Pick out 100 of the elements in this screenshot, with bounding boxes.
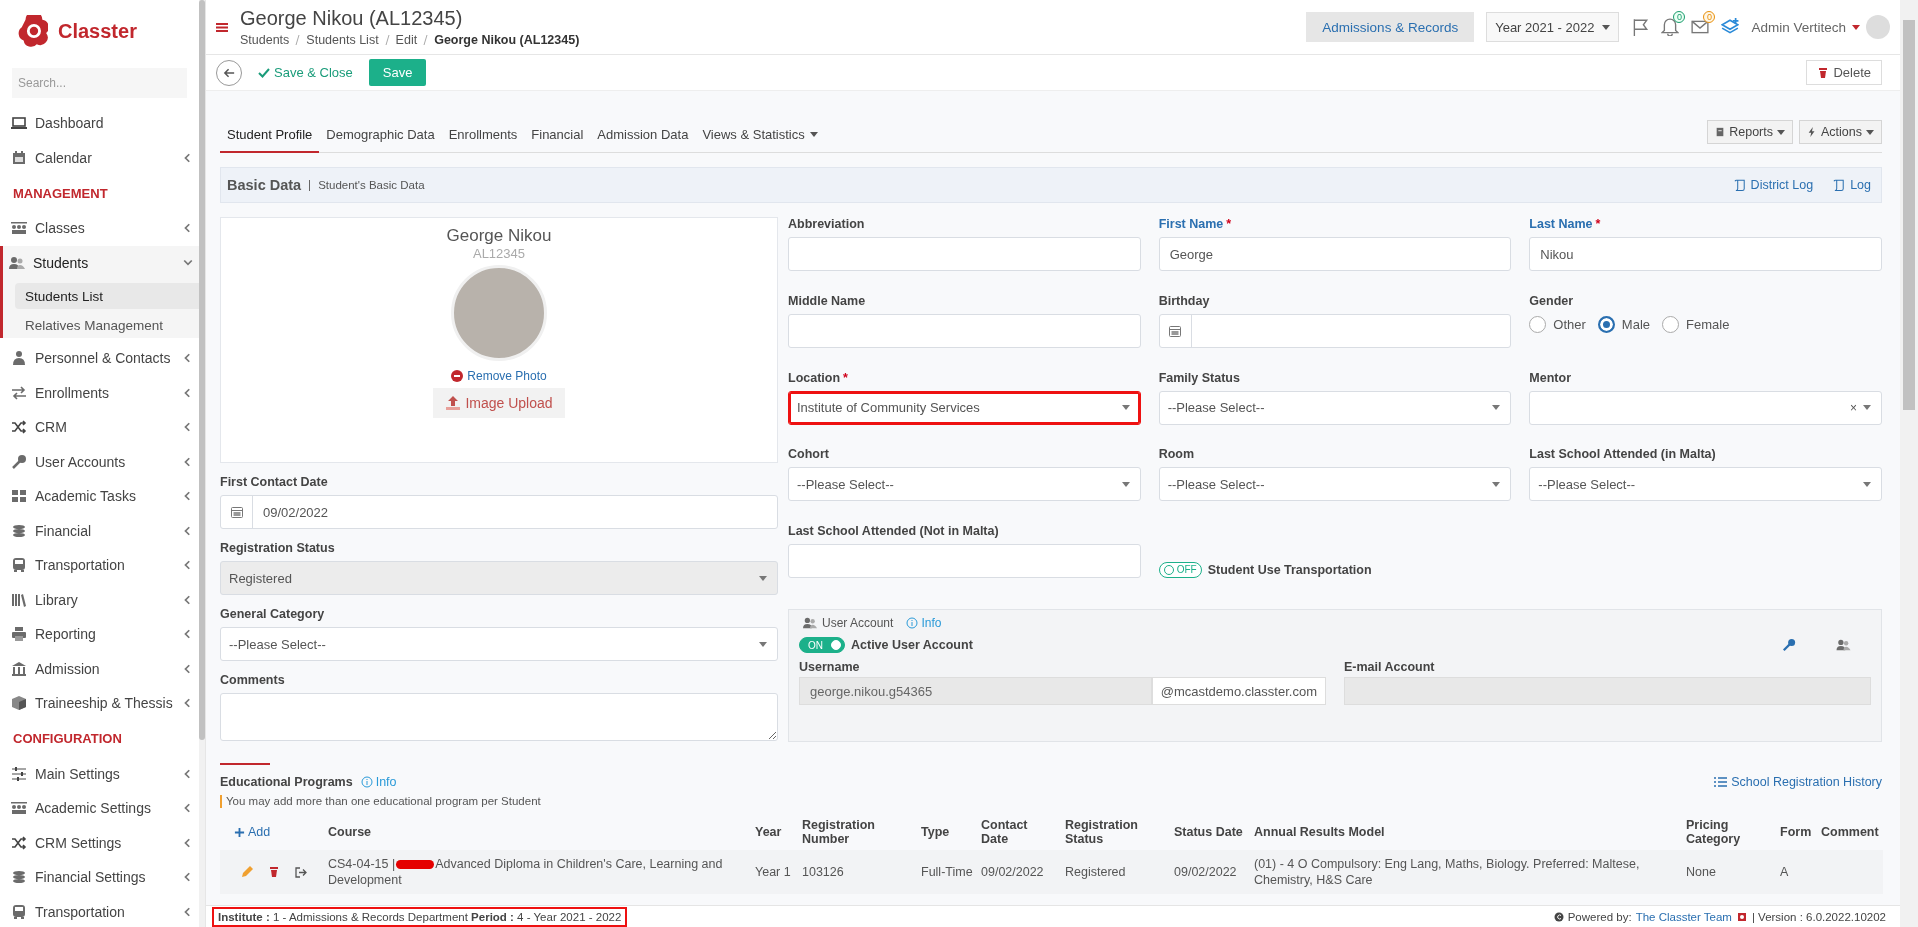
menu-item[interactable]: Financial — [3, 513, 199, 548]
scroll-icon — [1833, 178, 1847, 192]
sliders-icon — [11, 765, 27, 782]
actions-button[interactable]: Actions — [1799, 120, 1882, 144]
menu-item[interactable]: CRM — [3, 410, 199, 445]
submenu-item[interactable]: Students List — [15, 283, 199, 309]
menu-item[interactable]: Admission — [3, 651, 199, 686]
avatar-icon[interactable] — [1866, 15, 1890, 39]
add-button[interactable]: Add — [224, 825, 320, 839]
radio-option[interactable]: Other — [1529, 316, 1586, 334]
user-name[interactable]: Admin Vertitech — [1751, 19, 1846, 35]
select-field[interactable]: Registered — [220, 561, 778, 595]
select-field[interactable]: --Please Select-- — [220, 627, 778, 661]
breadcrumb-item[interactable]: Students — [240, 33, 290, 47]
menu-item[interactable]: Reporting — [3, 617, 199, 652]
tab[interactable]: Demographic Data — [319, 127, 442, 153]
select-field[interactable]: --Please Select-- — [1529, 467, 1882, 502]
logo-icon — [18, 15, 48, 47]
column-header: Registration Status — [1061, 814, 1170, 850]
dropdown-caret-icon — [1863, 405, 1871, 411]
scrollbar-thumb[interactable] — [199, 0, 205, 740]
submenu-item[interactable]: Relatives Management — [15, 312, 199, 338]
field-label: Registration Status — [220, 541, 335, 557]
date-field[interactable]: 09/02/2022 — [220, 495, 778, 529]
text-field[interactable] — [788, 313, 1141, 348]
select-field[interactable]: --Please Select-- — [788, 467, 1141, 502]
menu-item[interactable]: Enrollments — [3, 375, 199, 410]
select-field[interactable]: --Please Select-- — [1158, 467, 1512, 502]
menu-item[interactable]: Dashboard — [3, 106, 199, 141]
remove-photo-link[interactable]: Remove Photo — [451, 369, 547, 383]
email-field[interactable] — [1344, 677, 1871, 706]
breadcrumb-item[interactable]: Students List — [306, 33, 379, 47]
breadcrumb-item: George Nikou (AL12345) — [434, 33, 580, 47]
menu-item[interactable]: Personnel & Contacts — [3, 341, 199, 376]
menu-item[interactable]: Library — [3, 582, 199, 617]
reports-button[interactable]: Reports — [1707, 120, 1793, 144]
menu-item[interactable]: Academic Settings — [3, 791, 199, 826]
menu-item[interactable]: Academic Tasks — [3, 479, 199, 514]
table-cell: None — [1682, 850, 1776, 894]
table-cell: Full-Time — [917, 850, 977, 894]
log-link[interactable]: Log — [1833, 178, 1871, 192]
history-link[interactable]: School Registration History — [1713, 775, 1882, 789]
menu-item[interactable]: Main Settings — [3, 756, 199, 791]
menu-item[interactable]: User Accounts — [3, 444, 199, 479]
caret-icon — [1777, 129, 1785, 135]
select-field[interactable]: --Please Select-- — [1158, 390, 1512, 425]
field-label: E-mail Account — [1344, 660, 1436, 675]
save-close-button[interactable]: Save & Close — [252, 64, 359, 81]
menu-item[interactable]: Transportation — [3, 894, 199, 927]
search-field[interactable]: Search... — [12, 68, 187, 98]
tab[interactable]: Admission Data — [590, 127, 696, 153]
username-field[interactable]: george.nikou.g54365 — [799, 677, 1152, 706]
radio-option[interactable]: Male — [1597, 316, 1651, 334]
menu-item[interactable]: Financial Settings — [3, 860, 199, 895]
menu-item[interactable]: Calendar — [3, 140, 199, 175]
select-field[interactable]: × — [1529, 390, 1882, 425]
dropdown-caret-icon — [759, 641, 767, 647]
hint-text: You may add more than one educational program per Student — [220, 795, 1882, 808]
required-mark: * — [843, 370, 848, 387]
radio-button[interactable] — [1597, 316, 1615, 334]
sign-out-icon — [294, 865, 307, 879]
bell-icon — [1661, 18, 1680, 36]
delete-button[interactable]: Delete — [1806, 60, 1882, 85]
text-field[interactable] — [788, 237, 1141, 271]
dropdown-caret-icon — [1492, 482, 1501, 487]
radio-option[interactable]: Female — [1662, 316, 1730, 334]
image-upload-button[interactable]: Image Upload — [433, 388, 565, 418]
menu-item[interactable]: Traineeship & Thessis — [3, 686, 199, 721]
menu-item[interactable]: Classes — [3, 211, 199, 246]
radio-button[interactable] — [1529, 316, 1547, 334]
year-select[interactable]: Year 2021 - 2022 — [1486, 12, 1620, 42]
people-icon — [9, 254, 25, 271]
log-link[interactable]: District Log — [1733, 178, 1814, 192]
menu-item[interactable]: Students — [3, 245, 199, 280]
text-field[interactable]: Nikou — [1529, 237, 1882, 271]
group-icon — [11, 220, 27, 237]
select-field[interactable]: Institute of Community Services — [788, 390, 1141, 425]
radio-button[interactable] — [1662, 316, 1680, 334]
minus-circle-icon — [451, 370, 464, 382]
breadcrumb-item[interactable]: Edit — [395, 33, 418, 47]
logo-icon — [1735, 910, 1748, 923]
text-field[interactable] — [788, 544, 1141, 579]
module-button[interactable]: Admissions & Records — [1306, 12, 1475, 42]
team-link[interactable]: The Classter Team — [1635, 910, 1732, 923]
date-field[interactable] — [1158, 313, 1512, 348]
table-cell: A — [1776, 850, 1817, 894]
tab[interactable]: Enrollments — [441, 127, 525, 153]
clear-button[interactable]: × — [1849, 400, 1857, 415]
column-header: Type — [917, 814, 977, 850]
scrollbar-thumb[interactable] — [1903, 20, 1915, 410]
comments-field[interactable] — [220, 693, 778, 741]
tab[interactable]: Student Profile — [220, 127, 320, 153]
person-icon — [11, 350, 27, 367]
tab[interactable]: Financial — [524, 127, 591, 153]
menu-item[interactable]: CRM Settings — [3, 825, 199, 860]
text-field[interactable]: George — [1158, 237, 1512, 271]
column-header: Form — [1776, 814, 1817, 850]
tab[interactable]: Views & Statistics — [695, 127, 825, 153]
back-button[interactable] — [216, 59, 242, 86]
menu-item[interactable]: Transportation — [3, 548, 199, 583]
